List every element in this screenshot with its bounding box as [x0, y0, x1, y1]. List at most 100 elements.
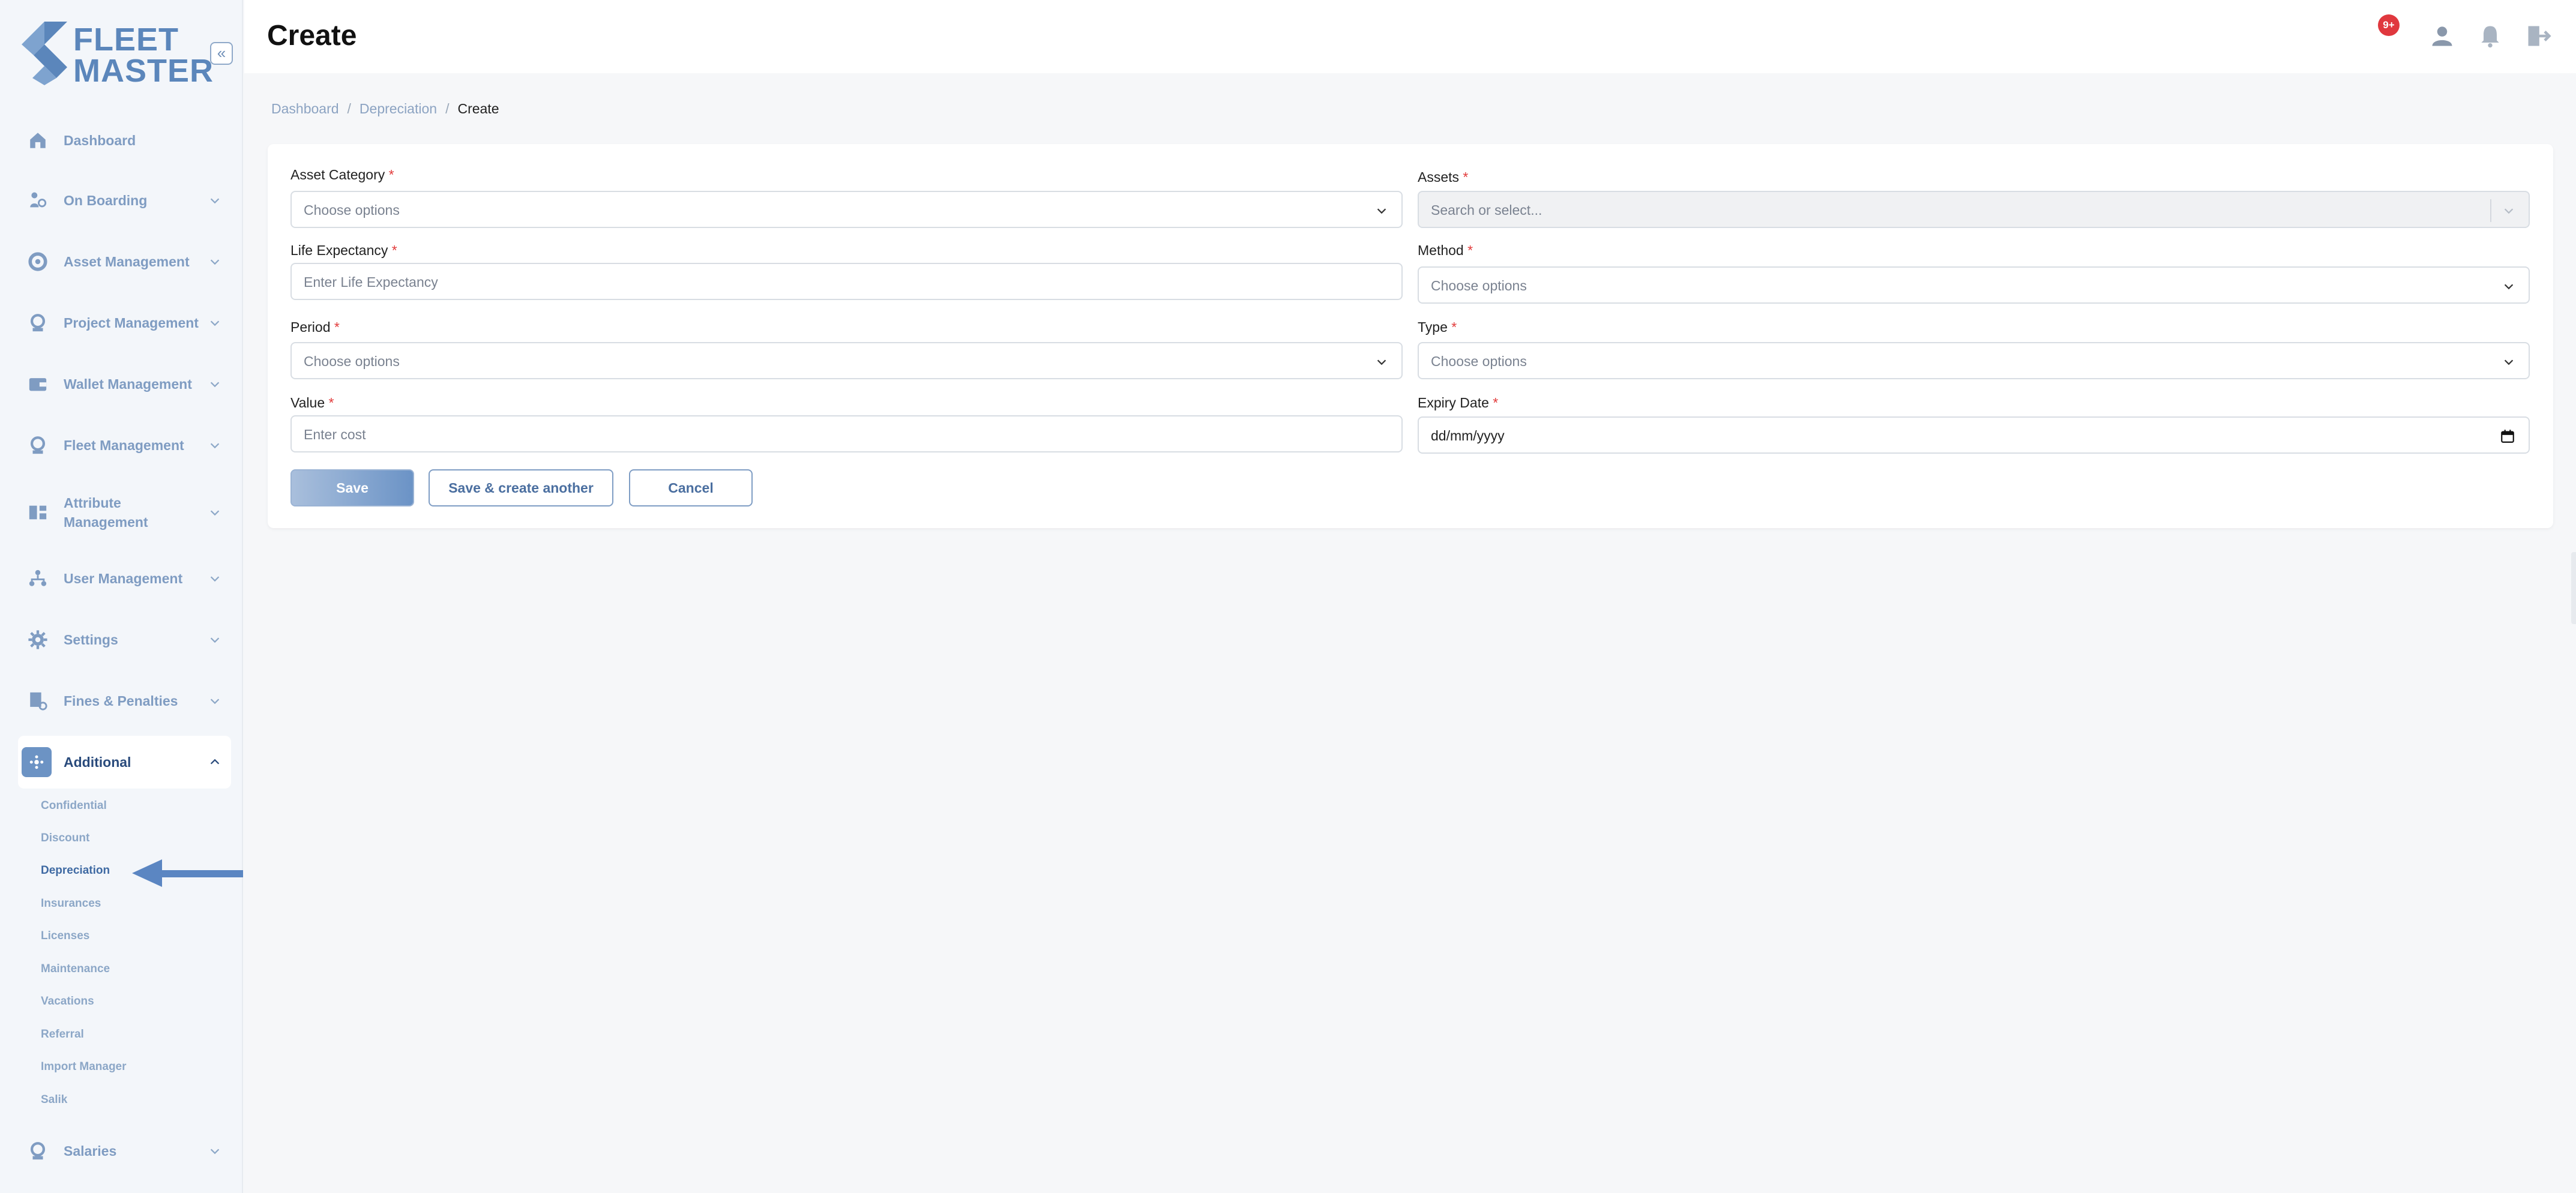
page-title: Create — [267, 20, 357, 52]
chevron-down-icon — [2502, 280, 2515, 293]
sidebar-item-label: Salaries — [64, 1143, 117, 1159]
breadcrumb-depreciation[interactable]: Depreciation — [360, 101, 437, 117]
required-mark: * — [1467, 242, 1473, 258]
expiry-date-label: Expiry Date * — [1418, 395, 1498, 411]
assets-placeholder: Search or select... — [1431, 202, 1542, 218]
required-mark: * — [334, 319, 340, 335]
required-mark: * — [1451, 319, 1457, 335]
required-mark: * — [1463, 169, 1469, 185]
sidebar-item-label: Fines & Penalties — [64, 693, 178, 709]
collapse-sidebar-button[interactable]: « — [210, 42, 233, 65]
sidebar-item-wallet-management[interactable]: Wallet Management — [18, 358, 231, 410]
assets-label-text: Assets — [1418, 169, 1460, 185]
additional-icon — [22, 747, 52, 777]
attribute-label-line-1: Attribute — [64, 495, 121, 511]
sub-item-import-manager[interactable]: Import Manager — [41, 1060, 127, 1074]
value-input[interactable]: Enter cost — [290, 415, 1403, 452]
required-mark: * — [328, 395, 334, 410]
life-expectancy-label: Life Expectancy * — [290, 242, 397, 259]
chevron-down-icon — [1375, 355, 1388, 368]
fines-icon — [26, 690, 49, 712]
cancel-button[interactable]: Cancel — [629, 469, 753, 506]
save-button[interactable]: Save — [290, 469, 414, 506]
sub-item-depreciation[interactable]: Depreciation — [41, 864, 110, 877]
sidebar-item-label: Fleet Management — [64, 437, 184, 453]
save-and-create-another-button[interactable]: Save & create another — [429, 469, 613, 506]
calendar-icon[interactable] — [2500, 428, 2515, 444]
attribute-label-line-2: Management — [64, 514, 148, 530]
sub-item-licenses[interactable]: Licenses — [41, 930, 89, 943]
breadcrumb-dashboard[interactable]: Dashboard — [271, 101, 339, 117]
sidebar-item-settings[interactable]: Settings — [18, 613, 231, 666]
sidebar-item-asset-management[interactable]: Asset Management — [18, 235, 231, 288]
logo-text: FLEET MASTER — [73, 23, 214, 89]
assets-search-select[interactable]: Search or select... — [1418, 191, 2530, 228]
type-label-text: Type — [1418, 319, 1448, 335]
top-header: Create — [244, 0, 2576, 73]
sidebar-item-additional[interactable]: Additional — [18, 736, 231, 789]
sidebar-item-dashboard[interactable]: Dashboard — [18, 114, 231, 167]
chevron-down-icon — [208, 506, 221, 519]
life-expectancy-input[interactable]: Enter Life Expectancy — [290, 263, 1403, 300]
sub-item-maintenance[interactable]: Maintenance — [41, 963, 110, 976]
sidebar-item-label: Wallet Management — [64, 376, 192, 392]
breadcrumb: Dashboard / Depreciation / Create — [271, 101, 499, 117]
expiry-date-value: dd/mm/yyyy — [1431, 428, 1505, 443]
sidebar-item-attribute-management[interactable]: Attribute Management — [18, 486, 231, 539]
sidebar-item-on-boarding[interactable]: On Boarding — [18, 174, 231, 227]
double-chevron-left-icon: « — [217, 44, 226, 62]
chevron-down-icon — [2502, 355, 2515, 368]
fleet-icon — [26, 434, 49, 457]
onboarding-icon — [26, 189, 49, 212]
life-expectancy-placeholder: Enter Life Expectancy — [304, 274, 438, 290]
sub-item-vacations[interactable]: Vacations — [41, 995, 94, 1008]
sub-item-salik[interactable]: Salik — [41, 1093, 67, 1107]
required-mark: * — [1493, 395, 1499, 410]
scroll-handle[interactable] — [2571, 552, 2576, 624]
asset-category-label-text: Asset Category — [290, 167, 385, 182]
breadcrumb-separator: / — [347, 101, 351, 116]
home-icon — [26, 129, 49, 152]
fleet-master-logo[interactable]: FLEET MASTER — [20, 20, 213, 87]
sidebar-item-user-management[interactable]: User Management — [18, 552, 231, 605]
sidebar-item-fleet-management[interactable]: Fleet Management — [18, 419, 231, 472]
sidebar-item-salaries[interactable]: Salaries — [18, 1125, 231, 1177]
type-label: Type * — [1418, 319, 1457, 335]
method-select[interactable]: Choose options — [1418, 266, 2530, 304]
sidebar-item-label: Dashboard — [64, 133, 136, 148]
sidebar: FLEET MASTER « Dashboard On Boarding Ass… — [0, 0, 243, 1193]
asset-category-select[interactable]: Choose options — [290, 191, 1403, 228]
chevron-down-icon — [208, 694, 221, 708]
gear-icon — [26, 628, 49, 651]
breadcrumb-current: Create — [457, 101, 499, 116]
period-select[interactable]: Choose options — [290, 342, 1403, 379]
sub-item-confidential[interactable]: Confidential — [41, 799, 107, 813]
method-placeholder: Choose options — [1431, 278, 1527, 293]
required-mark: * — [388, 167, 394, 182]
chevron-down-icon — [208, 572, 221, 585]
type-select[interactable]: Choose options — [1418, 342, 2530, 379]
asset-category-placeholder: Choose options — [304, 202, 400, 218]
expiry-date-input[interactable]: dd/mm/yyyy — [1418, 416, 2530, 454]
sub-item-insurances[interactable]: Insurances — [41, 897, 101, 910]
sidebar-item-label: On Boarding — [64, 193, 148, 208]
sub-item-referral[interactable]: Referral — [41, 1028, 84, 1041]
logo-line-2: MASTER — [73, 53, 214, 89]
sidebar-item-fines-penalties[interactable]: Fines & Penalties — [18, 675, 231, 727]
sub-item-discount[interactable]: Discount — [41, 832, 89, 845]
chevron-down-icon — [208, 255, 221, 268]
user-icon[interactable] — [2429, 23, 2455, 49]
chevron-down-icon — [208, 377, 221, 391]
logout-icon[interactable] — [2525, 23, 2551, 49]
notification-badge: 9+ — [2378, 14, 2400, 36]
sidebar-item-label: Asset Management — [64, 254, 190, 269]
sidebar-item-project-management[interactable]: Project Management — [18, 296, 231, 349]
chevron-down-icon — [2502, 204, 2515, 217]
bell-icon[interactable] — [2477, 23, 2503, 49]
period-label: Period * — [290, 319, 340, 335]
chevron-down-icon — [1375, 204, 1388, 217]
method-label-text: Method — [1418, 242, 1464, 258]
users-icon — [26, 567, 49, 590]
required-mark: * — [391, 242, 397, 258]
value-placeholder: Enter cost — [304, 427, 366, 442]
